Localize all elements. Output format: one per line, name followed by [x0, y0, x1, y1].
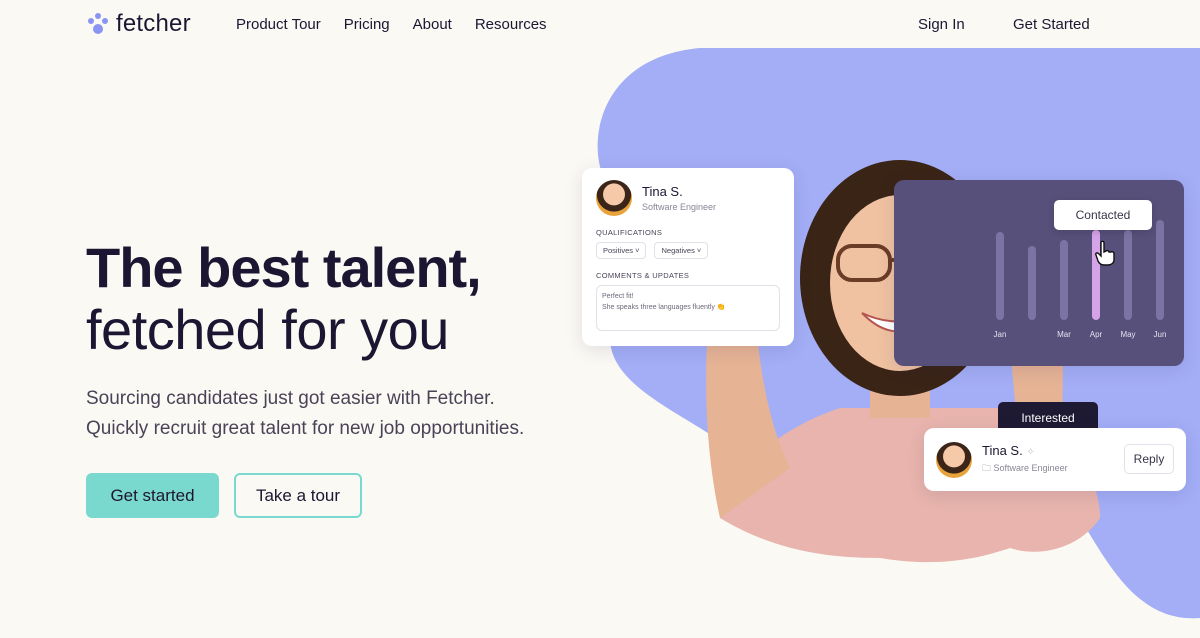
comment-line: She speaks three languages fluently 👏: [602, 304, 726, 311]
sparkle-icon: ✧: [1026, 446, 1035, 458]
hero-illustration: Jan Mar Apr May Jun Contacted Tina S. Softwa…: [580, 48, 1200, 638]
avatar: [936, 441, 972, 478]
chart-bar: [1124, 230, 1132, 320]
qualifications-label: QUALIFICATIONS: [596, 228, 663, 237]
candidate-role: 🗀 Software Engineer: [982, 462, 1068, 473]
logo-text: fetcher: [116, 10, 191, 37]
candidate-profile-card: Tina S. Software Engineer QUALIFICATIONS…: [582, 168, 794, 346]
reply-button[interactable]: Reply: [1124, 444, 1174, 474]
negatives-dropdown[interactable]: Negatives ˅: [654, 242, 709, 259]
nav-link-resources[interactable]: Resources: [475, 16, 547, 33]
hero-title: The best talent,: [86, 236, 482, 299]
month-label: Jan: [994, 330, 1007, 339]
comments-box[interactable]: Perfect fit! She speaks three languages …: [596, 285, 780, 331]
chart-bar: [1028, 246, 1036, 320]
positives-dropdown[interactable]: Positives ˅: [596, 242, 647, 259]
hero-subtitle-line2: Quickly recruit great talent for new job…: [86, 418, 525, 439]
comment-line: Perfect fit!: [602, 293, 634, 300]
candidate-name: Tina S.: [642, 184, 683, 199]
get-started-link[interactable]: Get Started: [1013, 16, 1090, 33]
nav-link-about[interactable]: About: [413, 16, 452, 33]
contacted-tooltip: Contacted: [1054, 200, 1152, 230]
folder-icon: 🗀: [982, 462, 992, 473]
hand-cursor-icon: [1095, 240, 1115, 266]
chart-bar: [1060, 240, 1068, 320]
get-started-button[interactable]: Get started: [86, 473, 219, 518]
paw-icon: [86, 12, 110, 36]
hero-subtitle-line1: Sourcing candidates just got easier with…: [86, 388, 495, 409]
candidate-name: Tina S. ✧: [982, 442, 1035, 458]
emoji-icon: 👏: [716, 304, 726, 311]
comments-label: COMMENTS & UPDATES: [596, 271, 690, 280]
hero-title-line2: fetched for you: [86, 298, 449, 361]
candidate-reply-card: Tina S. ✧ 🗀 Software Engineer Reply: [924, 428, 1186, 491]
nav-link-pricing[interactable]: Pricing: [344, 16, 390, 33]
candidate-role: Software Engineer: [642, 202, 717, 212]
nav-link-product-tour[interactable]: Product Tour: [236, 16, 321, 33]
month-label: Apr: [1090, 330, 1103, 339]
nav-links: Product Tour Pricing About Resources: [236, 16, 547, 33]
avatar: [596, 180, 632, 216]
top-nav: fetcher Product Tour Pricing About Resou…: [0, 0, 1200, 48]
chart-bar: [996, 232, 1004, 320]
month-label: Jun: [1154, 330, 1167, 339]
month-label: May: [1120, 330, 1135, 339]
month-label: Mar: [1057, 330, 1071, 339]
sign-in-link[interactable]: Sign In: [918, 16, 965, 33]
logo[interactable]: fetcher: [86, 10, 191, 38]
take-a-tour-button[interactable]: Take a tour: [234, 473, 362, 518]
hero-subtitle: Sourcing candidates just got easier with…: [86, 384, 524, 444]
chart-bar: [1156, 220, 1164, 320]
